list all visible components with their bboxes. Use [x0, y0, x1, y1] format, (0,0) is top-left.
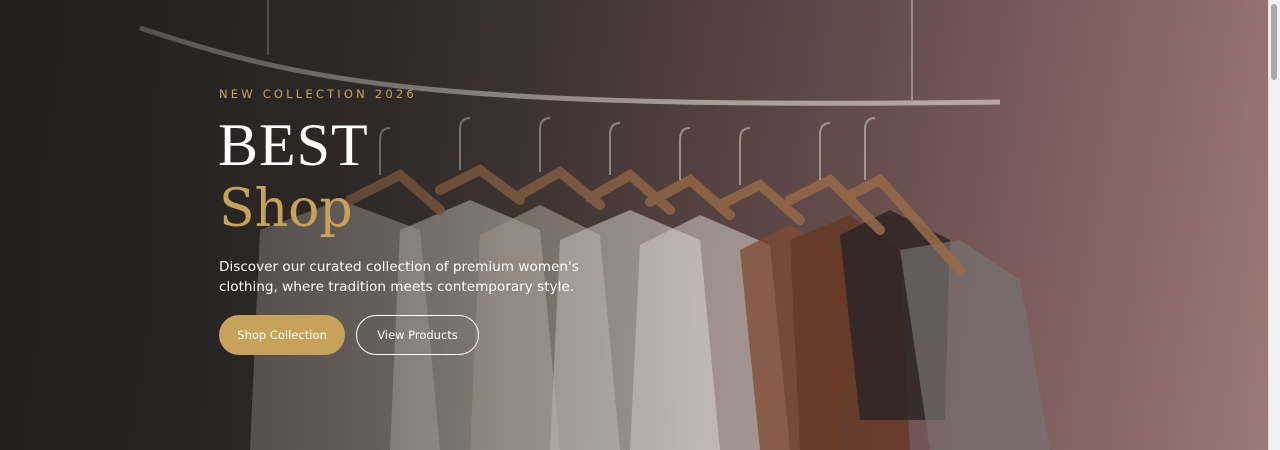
hero-title-line2: Shop: [219, 179, 353, 239]
scrollbar-thumb[interactable]: [1271, 4, 1277, 80]
hero-description: Discover our curated collection of premi…: [219, 259, 579, 295]
view-products-button[interactable]: View Products: [356, 315, 479, 355]
collection-eyebrow: NEW COLLECTION 2026: [219, 87, 417, 101]
hero-section: NEW COLLECTION 2026 BEST Shop Discover o…: [0, 0, 1268, 450]
shop-collection-button[interactable]: Shop Collection: [219, 315, 345, 355]
hero-overlay: [0, 0, 1268, 450]
page-scrollbar[interactable]: [1268, 0, 1280, 450]
hero-title-line1: BEST: [218, 112, 369, 178]
